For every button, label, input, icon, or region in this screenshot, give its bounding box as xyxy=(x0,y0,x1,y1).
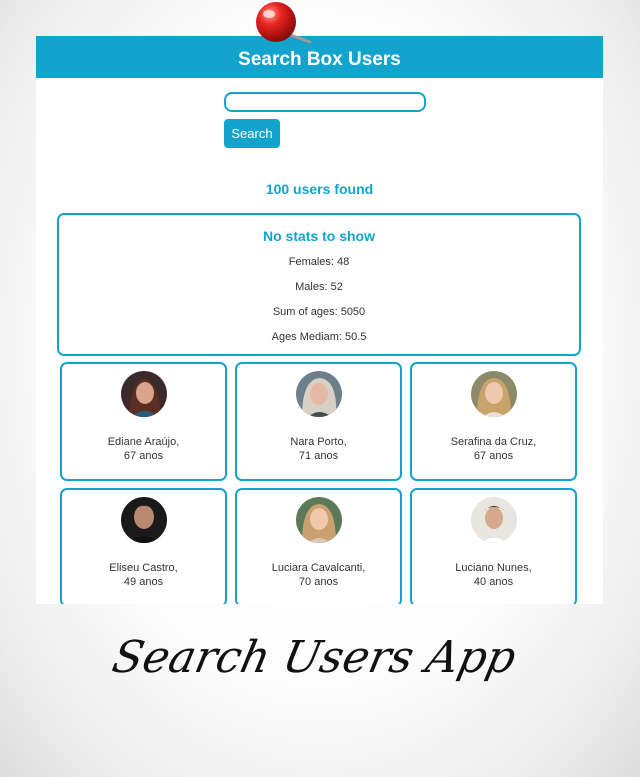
user-card[interactable]: Luciara Cavalcanti, 70 anos xyxy=(235,488,402,604)
app-panel: Search Box Users Search 100 users found … xyxy=(36,36,603,604)
stat-males: Males: 52 xyxy=(295,281,343,293)
user-card[interactable]: Luciano Nunes, 40 anos xyxy=(410,488,577,604)
search-input[interactable] xyxy=(224,92,426,112)
avatar xyxy=(296,497,342,543)
user-age: 70 anos xyxy=(298,576,339,588)
avatar xyxy=(471,371,517,417)
pushpin-icon xyxy=(256,2,312,44)
user-card[interactable]: Serafina da Cruz, 67 anos xyxy=(410,362,577,481)
caption-text: Search Users App xyxy=(108,632,520,682)
results-count: 100 users found xyxy=(265,181,374,197)
user-card[interactable]: Ediane Araújo, 67 anos xyxy=(60,362,227,481)
stats-title: No stats to show xyxy=(262,228,375,244)
user-age: 71 anos xyxy=(298,450,339,462)
stat-sum-ages: Sum of ages: 5050 xyxy=(272,306,366,318)
user-name: Serafina da Cruz, xyxy=(450,436,537,448)
stat-median: Ages Mediam: 50.5 xyxy=(271,331,367,343)
user-age: 67 anos xyxy=(473,450,514,462)
user-name: Luciara Cavalcanti, xyxy=(271,562,366,574)
user-age: 49 anos xyxy=(123,576,164,588)
avatar xyxy=(121,371,167,417)
avatar xyxy=(296,371,342,417)
user-card[interactable]: Eliseu Castro, 49 anos xyxy=(60,488,227,604)
stat-females: Females: 48 xyxy=(288,256,350,268)
user-name: Luciano Nunes, xyxy=(455,562,532,574)
avatar xyxy=(471,497,517,543)
user-age: 67 anos xyxy=(123,450,164,462)
caption-title: Search Users App xyxy=(108,632,520,682)
avatar xyxy=(121,497,167,543)
user-card[interactable]: Nara Porto, 71 anos xyxy=(235,362,402,481)
user-age: 40 anos xyxy=(473,576,514,588)
user-name: Ediane Araújo, xyxy=(107,436,180,448)
user-name: Eliseu Castro, xyxy=(109,562,178,574)
search-button[interactable]: Search xyxy=(224,119,280,148)
stats-panel: No stats to show Females: 48 Males: 52 S… xyxy=(57,213,581,356)
user-name: Nara Porto, xyxy=(290,436,347,448)
